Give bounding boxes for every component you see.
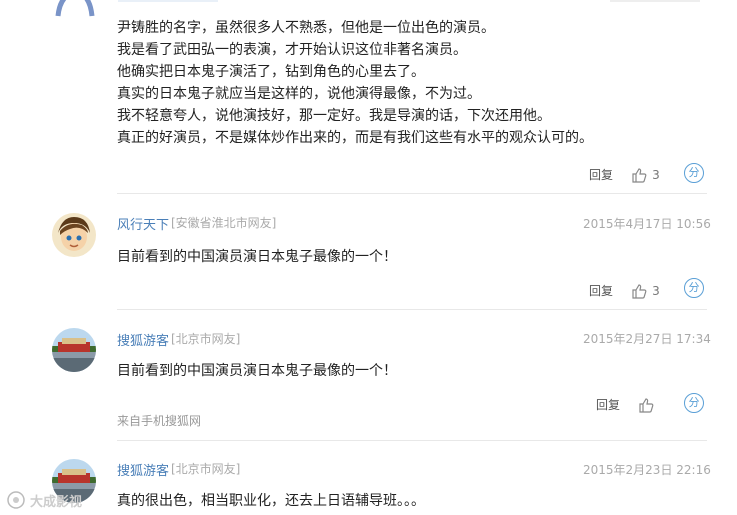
thumbs-up-icon bbox=[639, 397, 654, 413]
comment-line: 真实的日本鬼子就应当是这样的，说他演得最像，不为过。 bbox=[117, 86, 481, 102]
avatar[interactable] bbox=[52, 213, 96, 257]
share-icon[interactable]: 分 bbox=[684, 278, 704, 298]
divider bbox=[117, 309, 707, 310]
comment-line: 尹铸胜的名字，虽然很多人不熟悉，但他是一位出色的演员。 bbox=[117, 20, 495, 36]
watermark-text: 大成影视 bbox=[30, 494, 83, 510]
watermark: 大成影视 bbox=[6, 490, 82, 510]
thumbs-up-icon bbox=[632, 283, 647, 299]
avatar[interactable] bbox=[52, 0, 98, 32]
comment-body: 目前看到的中国演员演日本鬼子最像的一个！ bbox=[117, 363, 397, 379]
comment-date: 2015年4月17日 10:56 bbox=[583, 217, 711, 231]
username[interactable]: 搜狐游客 bbox=[117, 460, 169, 479]
comment-body: 尹铸胜的名字，虽然很多人不熟悉，但他是一位出色的演员。 我是看了武田弘一的表演，… bbox=[117, 17, 707, 149]
divider bbox=[117, 193, 707, 194]
comment-date: 2015年2月23日 22:16 bbox=[583, 463, 711, 477]
username[interactable]: 搜狐游客 bbox=[117, 330, 169, 349]
comment-body: 真的很出色，相当职业化，还去上日语辅导班。。。 bbox=[117, 493, 425, 509]
reply-button[interactable]: 回复 bbox=[589, 282, 613, 299]
reply-button[interactable]: 回复 bbox=[589, 166, 613, 183]
comment-line: 他确实把日本鬼子演活了，钻到角色的心里去了。 bbox=[117, 64, 425, 80]
username-partial bbox=[118, 0, 218, 2]
comment-body: 目前看到的中国演员演日本鬼子最像的一个！ bbox=[117, 249, 397, 265]
comment-line: 我不轻意夸人，说他演技好，那一定好。我是导演的话，下次还用他。 bbox=[117, 108, 551, 124]
reply-button[interactable]: 回复 bbox=[596, 396, 620, 413]
like-count: 3 bbox=[652, 284, 660, 298]
comment-line: 真正的好演员，不是媒体炒作出来的，而是有我们这些有水平的观众认可的。 bbox=[117, 130, 593, 146]
share-icon[interactable]: 分 bbox=[684, 393, 704, 413]
watermark-logo-icon bbox=[7, 491, 25, 509]
user-location: [北京市网友] bbox=[171, 332, 241, 346]
like-button[interactable] bbox=[638, 394, 654, 413]
comment-line: 我是看了武田弘一的表演，才开始认识这位非著名演员。 bbox=[117, 42, 467, 58]
divider bbox=[117, 440, 707, 441]
username[interactable]: 风行天下 bbox=[117, 214, 169, 233]
share-icon[interactable]: 分 bbox=[684, 163, 704, 183]
source-note: 来自手机搜狐网 bbox=[117, 414, 202, 428]
comment-date: 2015年2月27日 17:34 bbox=[583, 332, 711, 346]
avatar[interactable] bbox=[52, 328, 96, 372]
thumbs-up-icon bbox=[632, 167, 647, 183]
user-location: [北京市网友] bbox=[171, 462, 241, 476]
date-partial bbox=[610, 0, 700, 2]
like-count: 3 bbox=[652, 168, 660, 182]
user-location: [安徽省淮北市网友] bbox=[171, 216, 277, 230]
like-button[interactable]: 3 bbox=[631, 280, 660, 299]
like-button[interactable]: 3 bbox=[631, 164, 660, 183]
